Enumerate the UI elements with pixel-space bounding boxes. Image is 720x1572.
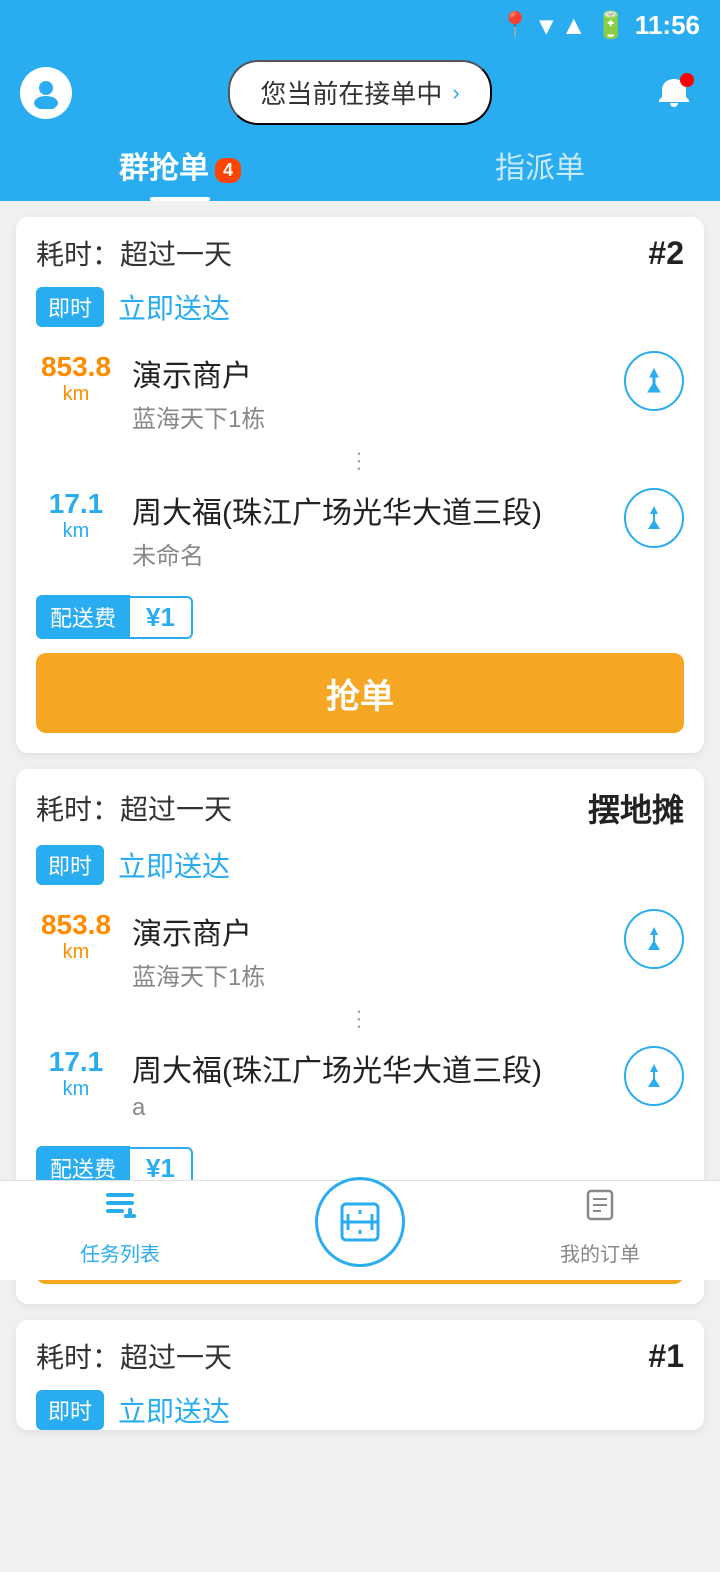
order-card-1: 耗时：超过一天 #2 即时 立即送达 853.8 km 演示商户 蓝海天下1栋: [16, 217, 704, 753]
to-row-2: 17.1 km 周大福(珠江广场光华大道三段) a: [36, 1036, 684, 1132]
from-info-1: 演示商户 蓝海天下1栋: [132, 351, 608, 434]
delivery-type-2: 立即送达: [118, 845, 230, 885]
card-header-3: 耗时：超过一天 #1: [16, 1320, 704, 1386]
order-time-2: 耗时：超过一天: [36, 788, 232, 828]
card-header-2: 耗时：超过一天 摆地摊: [16, 769, 704, 841]
orders-list: 耗时：超过一天 #2 即时 立即送达 853.8 km 演示商户 蓝海天下1栋: [0, 201, 720, 1572]
delivery-type-3: 立即送达: [118, 1390, 230, 1430]
order-time-1: 耗时：超过一天: [36, 233, 232, 273]
instant-badge-2: 即时: [36, 845, 104, 885]
tab-group-label: 群抢单: [119, 152, 209, 185]
wifi-icon: ▾: [540, 10, 553, 41]
to-info-1: 周大福(珠江广场光华大道三段) 未命名: [132, 488, 608, 571]
to-dist-1: 17.1 km: [36, 488, 116, 543]
instant-badge-1: 即时: [36, 287, 104, 327]
signal-icon: ▲: [561, 10, 587, 41]
battery-icon: 🔋: [595, 10, 627, 41]
card-header-1: 耗时：超过一天 #2: [16, 217, 704, 283]
order-id-1: #2: [648, 235, 684, 272]
to-nav-btn-2[interactable]: [624, 1046, 684, 1106]
fee-label-1: 配送费: [36, 595, 130, 639]
tab-group-badge: 4: [215, 158, 241, 183]
tab-assigned-label: 指派单: [495, 152, 585, 185]
from-dist-2: 853.8 km: [36, 909, 116, 964]
order-id-2: 摆地摊: [588, 785, 684, 831]
nav-my-orders[interactable]: 我的订单: [480, 1187, 720, 1275]
route-section-2: 853.8 km 演示商户 蓝海天下1栋 ⋮ 17.1: [16, 899, 704, 1132]
route-dots-2: ⋮: [36, 1002, 684, 1036]
bottom-nav: 任务列表 我的订单: [0, 1180, 720, 1280]
avatar[interactable]: [20, 67, 72, 119]
card-type-row-3: 即时 立即送达: [16, 1386, 704, 1430]
time-display: 11:56: [635, 10, 700, 41]
from-row-1: 853.8 km 演示商户 蓝海天下1栋: [36, 341, 684, 444]
status-icons: 📍 ▾ ▲ 🔋 11:56: [499, 10, 700, 41]
tab-assigned[interactable]: 指派单: [360, 143, 720, 201]
from-nav-btn-2[interactable]: [624, 909, 684, 969]
fee-row-1: 配送费 ¥1: [16, 581, 704, 653]
from-nav-btn-1[interactable]: [624, 351, 684, 411]
my-orders-label: 我的订单: [560, 1238, 640, 1267]
scan-button[interactable]: [315, 1177, 405, 1267]
to-info-2: 周大福(珠江广场光华大道三段) a: [132, 1046, 608, 1122]
fee-amount-1: ¥1: [130, 596, 193, 639]
card-type-row-1: 即时 立即送达: [16, 283, 704, 341]
delivery-type-1: 立即送达: [118, 287, 230, 327]
notification-dot: [680, 73, 694, 87]
to-row-1: 17.1 km 周大福(珠江广场光华大道三段) 未命名: [36, 478, 684, 581]
order-card-3: 耗时：超过一天 #1 即时 立即送达: [16, 1320, 704, 1430]
location-icon: 📍: [499, 10, 531, 41]
instant-badge-3: 即时: [36, 1390, 104, 1430]
order-time-3: 耗时：超过一天: [36, 1336, 232, 1376]
task-list-label: 任务列表: [80, 1238, 160, 1267]
route-section-1: 853.8 km 演示商户 蓝海天下1栋 ⋮: [16, 341, 704, 581]
nav-scan[interactable]: [240, 1177, 480, 1285]
to-dist-2: 17.1 km: [36, 1046, 116, 1101]
from-dist-1: 853.8 km: [36, 351, 116, 406]
status-text: 您当前在接单中: [260, 74, 442, 111]
nav-task-list[interactable]: 任务列表: [0, 1187, 240, 1275]
notification-bell[interactable]: [648, 67, 700, 119]
task-list-icon: [102, 1187, 138, 1232]
route-dots-1: ⋮: [36, 444, 684, 478]
from-info-2: 演示商户 蓝海天下1栋: [132, 909, 608, 992]
my-orders-icon: [582, 1187, 618, 1232]
bottom-spacer: [16, 1446, 704, 1556]
status-arrow: ›: [452, 80, 459, 106]
tab-group-grab[interactable]: 群抢单4: [0, 143, 360, 201]
card-type-row-2: 即时 立即送达: [16, 841, 704, 899]
status-bar: 📍 ▾ ▲ 🔋 11:56: [0, 0, 720, 50]
header: 您当前在接单中 ›: [0, 50, 720, 125]
tabs-container: 群抢单4 指派单: [0, 125, 720, 201]
status-button[interactable]: 您当前在接单中 ›: [228, 60, 491, 125]
order-id-3: #1: [648, 1338, 684, 1375]
from-row-2: 853.8 km 演示商户 蓝海天下1栋: [36, 899, 684, 1002]
to-nav-btn-1[interactable]: [624, 488, 684, 548]
grab-button-1[interactable]: 抢单: [36, 653, 684, 733]
